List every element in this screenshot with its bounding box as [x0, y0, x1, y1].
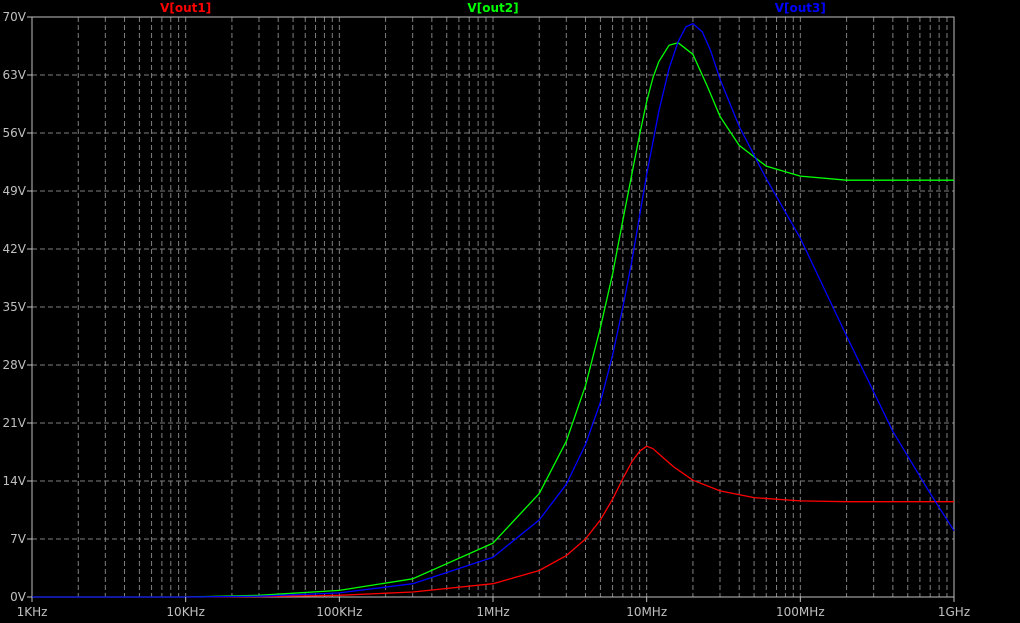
x-tick-label: 1GHz — [938, 605, 970, 619]
y-tick-label: 7V — [10, 532, 27, 546]
x-tick-label: 10MHz — [626, 605, 667, 619]
legend-label-1: V[out1] — [160, 1, 211, 15]
y-tick-label: 0V — [10, 590, 27, 604]
y-tick-label: 35V — [3, 300, 27, 314]
legend-label-3: V[out3] — [775, 1, 826, 15]
y-tick-label: 28V — [3, 358, 27, 372]
y-tick-label: 14V — [3, 474, 27, 488]
grid-lines — [32, 17, 954, 597]
y-tick-label: 42V — [3, 242, 27, 256]
legend-label-2: V[out2] — [467, 1, 518, 15]
x-tick-label: 100KHz — [316, 605, 362, 619]
y-axis-tick-labels: 0V 7V 14V 21V 28V 35V 42V 49V 56V 63V 70V — [3, 10, 32, 604]
y-tick-label: 70V — [3, 10, 27, 24]
y-tick-label: 56V — [3, 126, 27, 140]
x-tick-label: 1KHz — [17, 605, 48, 619]
x-tick-label: 10KHz — [166, 605, 204, 619]
x-tick-label: 100MHz — [776, 605, 825, 619]
bode-plot: 0V 7V 14V 21V 28V 35V 42V 49V 56V 63V 70V 1KHz 10KH… — [3, 1, 971, 619]
y-tick-label: 21V — [3, 416, 27, 430]
y-tick-label: 63V — [3, 68, 27, 82]
legend: V[out1] V[out2] V[out3] — [160, 1, 826, 15]
y-tick-label: 49V — [3, 184, 27, 198]
x-axis-tick-labels: 1KHz 10KHz 100KHz 1MHz 10MHz 100MHz 1GHz — [17, 597, 970, 619]
x-tick-label: 1MHz — [476, 605, 509, 619]
